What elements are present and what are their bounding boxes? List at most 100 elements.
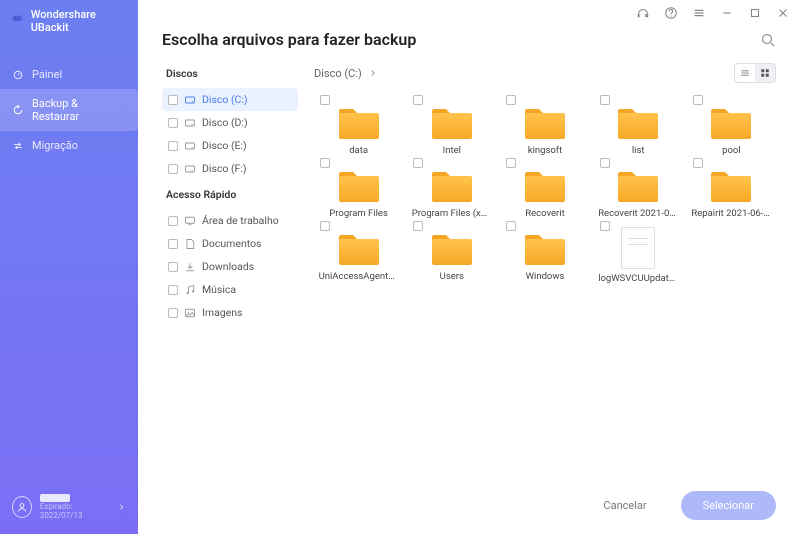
folder-tile[interactable]: data xyxy=(314,93,403,156)
sidebar-item-backup-restaurar[interactable]: Backup & Restaurar xyxy=(0,89,138,131)
breadcrumb[interactable]: Disco (C:) xyxy=(314,67,378,80)
user-name xyxy=(40,494,70,502)
page-title: Escolha arquivos para fazer backup xyxy=(162,30,416,49)
close-icon[interactable] xyxy=(776,6,790,20)
folder-icon xyxy=(337,229,381,267)
checkbox[interactable] xyxy=(600,158,610,168)
checkbox[interactable] xyxy=(693,95,703,105)
folder-tile[interactable]: Recoverit xyxy=(500,156,589,219)
checkbox[interactable] xyxy=(168,95,178,105)
tree-label: Disco (E:) xyxy=(202,139,247,152)
checkbox[interactable] xyxy=(413,95,423,105)
tile-label: Recoverit 2021-06-... xyxy=(598,208,678,219)
tile-label: Windows xyxy=(526,271,565,282)
folder-tile[interactable]: Recoverit 2021-06-... xyxy=(594,156,683,219)
checkbox[interactable] xyxy=(168,216,178,226)
checkbox[interactable] xyxy=(168,118,178,128)
disk-icon xyxy=(184,94,196,106)
brand-logo-icon xyxy=(10,13,25,29)
avatar xyxy=(12,496,32,518)
titlebar xyxy=(138,0,800,26)
desktop-icon xyxy=(184,215,196,227)
minimize-icon[interactable] xyxy=(720,6,734,20)
nav-label: Painel xyxy=(32,68,62,81)
breadcrumb-current: Disco (C:) xyxy=(314,67,362,80)
folder-tile[interactable]: pool xyxy=(687,93,776,156)
tree-item-disco-f[interactable]: Disco (F:) xyxy=(162,157,298,180)
user-block[interactable]: Expirado: 2022/07/13 xyxy=(0,484,138,534)
checkbox[interactable] xyxy=(600,95,610,105)
folder-icon xyxy=(523,103,567,141)
maximize-icon[interactable] xyxy=(748,6,762,20)
content: Escolha arquivos para fazer backup Disco… xyxy=(138,26,800,477)
chevron-right-icon xyxy=(368,68,378,78)
tree-label: Documentos xyxy=(202,237,261,250)
disk-icon xyxy=(184,140,196,152)
nav-label: Backup & Restaurar xyxy=(32,97,126,123)
folder-tile[interactable]: Windows xyxy=(500,219,589,284)
folder-icon xyxy=(616,166,660,204)
sidebar-item-painel[interactable]: Painel xyxy=(0,60,138,89)
sidebar-item-migracao[interactable]: Migração xyxy=(0,131,138,160)
support-icon[interactable] xyxy=(636,6,650,20)
checkbox[interactable] xyxy=(320,158,330,168)
file-panel: Disco (C:) dataIntelkingsoftlistpool Prog… xyxy=(314,63,776,477)
tile-label: Recoverit xyxy=(525,208,564,219)
checkbox[interactable] xyxy=(168,262,178,272)
panel-head: Disco (C:) xyxy=(314,63,776,83)
checkbox[interactable] xyxy=(168,239,178,249)
view-grid-button[interactable] xyxy=(755,64,775,82)
checkbox[interactable] xyxy=(168,141,178,151)
folder-tile[interactable]: UniAccessAgentD... xyxy=(314,219,403,284)
folder-tile[interactable]: kingsoft xyxy=(500,93,589,156)
checkbox[interactable] xyxy=(168,308,178,318)
page-head: Escolha arquivos para fazer backup xyxy=(162,30,776,49)
nav-label: Migração xyxy=(32,139,78,152)
folder-icon xyxy=(523,229,567,267)
checkbox[interactable] xyxy=(320,95,330,105)
folder-icon xyxy=(430,229,474,267)
menu-icon[interactable] xyxy=(692,6,706,20)
checkbox[interactable] xyxy=(506,158,516,168)
folder-icon xyxy=(709,103,753,141)
checkbox[interactable] xyxy=(506,95,516,105)
tree-label: Imagens xyxy=(202,306,242,319)
folder-tile[interactable]: Intel xyxy=(407,93,496,156)
help-icon[interactable] xyxy=(664,6,678,20)
grid-view-icon xyxy=(759,67,771,79)
cancel-button[interactable]: Cancelar xyxy=(581,491,668,520)
tree-item-disco-e[interactable]: Disco (E:) xyxy=(162,134,298,157)
search-icon[interactable] xyxy=(760,32,776,48)
folder-tile[interactable]: Users xyxy=(407,219,496,284)
tree-item-disco-c[interactable]: Disco (C:) xyxy=(162,88,298,111)
checkbox[interactable] xyxy=(600,221,610,231)
checkbox[interactable] xyxy=(693,158,703,168)
folder-icon xyxy=(523,166,567,204)
tree-item-downloads[interactable]: Downloads xyxy=(162,255,298,278)
tree-item-imagens[interactable]: Imagens xyxy=(162,301,298,324)
tree-item-desktop[interactable]: Área de trabalho xyxy=(162,209,298,232)
checkbox[interactable] xyxy=(506,221,516,231)
tree-item-documentos[interactable]: Documentos xyxy=(162,232,298,255)
tile-label: UniAccessAgentD... xyxy=(319,271,399,282)
folder-icon xyxy=(337,166,381,204)
checkbox[interactable] xyxy=(413,221,423,231)
folder-tile[interactable]: list xyxy=(594,93,683,156)
file-tile[interactable]: logWSVCUUpdate... xyxy=(594,219,683,284)
tree-item-disco-d[interactable]: Disco (D:) xyxy=(162,111,298,134)
folder-tile[interactable]: Program Files (x86) xyxy=(407,156,496,219)
select-button[interactable]: Selecionar xyxy=(681,491,776,520)
tile-label: Program Files xyxy=(329,208,388,219)
disk-icon xyxy=(184,117,196,129)
folder-icon xyxy=(430,103,474,141)
sidebar-nav: Painel Backup & Restaurar Migração xyxy=(0,60,138,484)
folder-tile[interactable]: Program Files xyxy=(314,156,403,219)
checkbox[interactable] xyxy=(168,285,178,295)
checkbox[interactable] xyxy=(413,158,423,168)
folder-tile[interactable]: Repairit 2021-06-1... xyxy=(687,156,776,219)
checkbox[interactable] xyxy=(320,221,330,231)
tree-item-musica[interactable]: Música xyxy=(162,278,298,301)
checkbox[interactable] xyxy=(168,164,178,174)
user-icon xyxy=(16,501,28,513)
view-list-button[interactable] xyxy=(735,64,755,82)
